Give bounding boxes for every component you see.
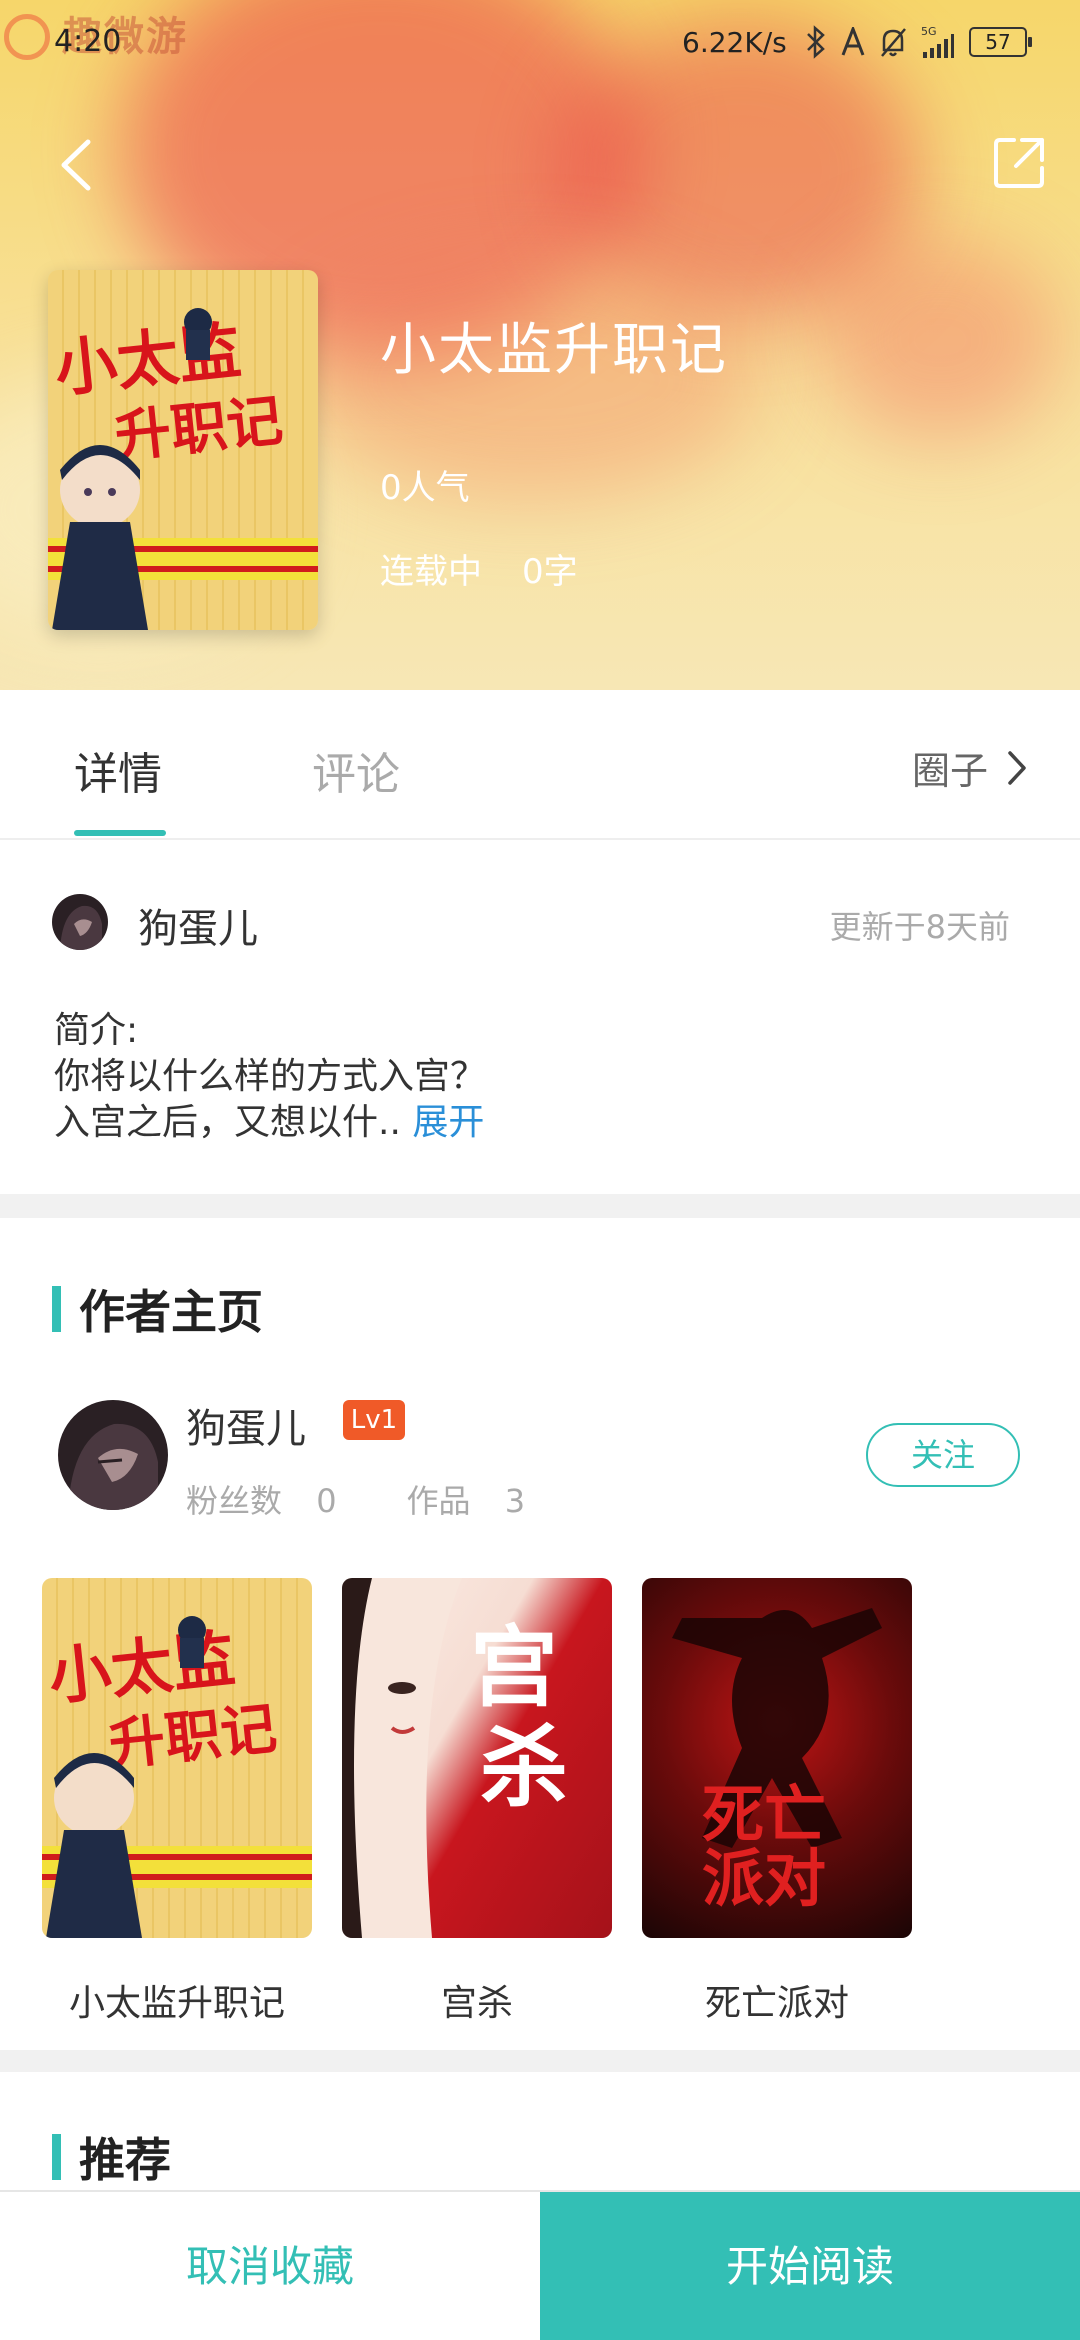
svg-text:升职记: 升职记 [106,1696,280,1778]
heading-accent-bar [52,1286,61,1332]
fans-count: 0 [316,1482,337,1520]
work-item[interactable]: 小太监 升职记 小太监升职记 [42,1578,312,2026]
circle-link-label: 圈子 [912,749,989,793]
work-cover: 宫 杀 [342,1578,612,1938]
author-line: 狗蛋儿 更新于8天前 [0,840,1080,1000]
detail-tabs: 详情 评论 圈子 [0,690,1080,840]
fans-label: 粉丝数 [186,1482,283,1520]
author-homepage-heading: 作者主页 [52,1276,263,1342]
author-homepage-title: 作者主页 [79,1285,263,1339]
recommend-heading: 推荐 [52,2124,171,2190]
battery-indicator: 57 [969,27,1032,57]
bluetooth-icon [807,25,825,59]
author-name[interactable]: 狗蛋儿 [138,896,258,954]
author-homepage-name[interactable]: 狗蛋儿 [186,1396,306,1454]
svg-text:小太监: 小太监 [45,1622,238,1714]
follow-button[interactable]: 关注 [866,1423,1020,1487]
svg-text:杀: 杀 [480,1716,568,1819]
mute-bell-icon [881,28,906,57]
work-item[interactable]: 宫 杀 宫杀 [342,1578,612,2026]
svg-text:升职记: 升职记 [112,388,286,470]
serial-status: 连载中 [380,552,482,592]
intro-line-1: 你将以什么样的方式入宫？ [54,1056,487,1097]
work-cover: 小太监 升职记 [42,1578,312,1938]
chevron-right-icon [1008,750,1026,785]
svg-text:小太监: 小太监 [51,314,244,406]
author-works-list: 小太监 升职记 小太监升职记 宫 杀 宫杀 死亡 派对 死亡派对 [42,1578,912,2026]
tab-comments[interactable]: 评论 [312,738,400,802]
update-time: 更新于8天前 [829,908,1010,946]
book-hero: 趣微游 4:20 6.22K/s 5G 57 小太监 升职记 小太监升职记 0人… [0,0,1080,690]
expand-link[interactable]: 展开 [412,1102,484,1143]
book-meta: 连载中 0字 [380,544,578,593]
work-item[interactable]: 死亡 派对 死亡派对 [642,1578,912,2026]
circle-link[interactable]: 圈子 [912,740,1028,795]
works-label: 作品 [406,1482,471,1520]
signal-5g-icon: 5G [921,25,954,58]
heading-accent-bar [52,2134,61,2180]
svg-text:宫: 宫 [470,1616,558,1719]
book-intro: 简介: 你将以什么样的方式入宫？ 入宫之后，又想以什.. 展开 [54,1008,1034,1146]
back-button[interactable] [50,130,110,200]
level-badge: Lv1 [343,1400,405,1440]
svg-text:5G: 5G [921,25,937,38]
share-button[interactable] [990,132,1050,192]
svg-text:派对: 派对 [702,1842,826,1915]
auto-brightness-icon [841,27,865,56]
svg-text:死亡: 死亡 [702,1778,826,1851]
unfavorite-button[interactable]: 取消收藏 [0,2192,540,2340]
author-stats: 粉丝数 0 作品 3 [186,1476,525,1522]
popularity-count: 0人气 [380,468,470,508]
work-title: 宫杀 [440,1983,513,2024]
bottom-action-bar: 取消收藏 开始阅读 [0,2190,1080,2340]
watermark-logo-icon [4,14,50,60]
start-reading-button[interactable]: 开始阅读 [540,2192,1080,2340]
intro-label: 简介: [54,1010,139,1051]
intro-line-2: 入宫之后，又想以什.. [54,1102,401,1143]
work-cover: 死亡 派对 [642,1578,912,1938]
network-speed: 6.22K/s [682,26,787,59]
author-avatar[interactable] [58,1400,168,1510]
author-avatar-small[interactable] [52,894,108,950]
book-cover: 小太监 升职记 [48,270,318,630]
tab-details[interactable]: 详情 [74,738,162,802]
works-count: 3 [504,1482,526,1520]
word-count: 0字 [522,552,578,592]
work-title: 小太监升职记 [68,1983,285,2024]
active-tab-indicator [74,830,166,836]
work-title: 死亡派对 [704,1983,849,2024]
section-divider [0,2050,1080,2072]
book-title: 小太监升职记 [380,318,728,383]
clock: 4:20 [54,24,122,59]
recommend-title: 推荐 [79,2133,171,2187]
section-divider [0,1194,1080,1218]
status-bar: 趣微游 4:20 6.22K/s 5G 57 [0,0,1080,90]
